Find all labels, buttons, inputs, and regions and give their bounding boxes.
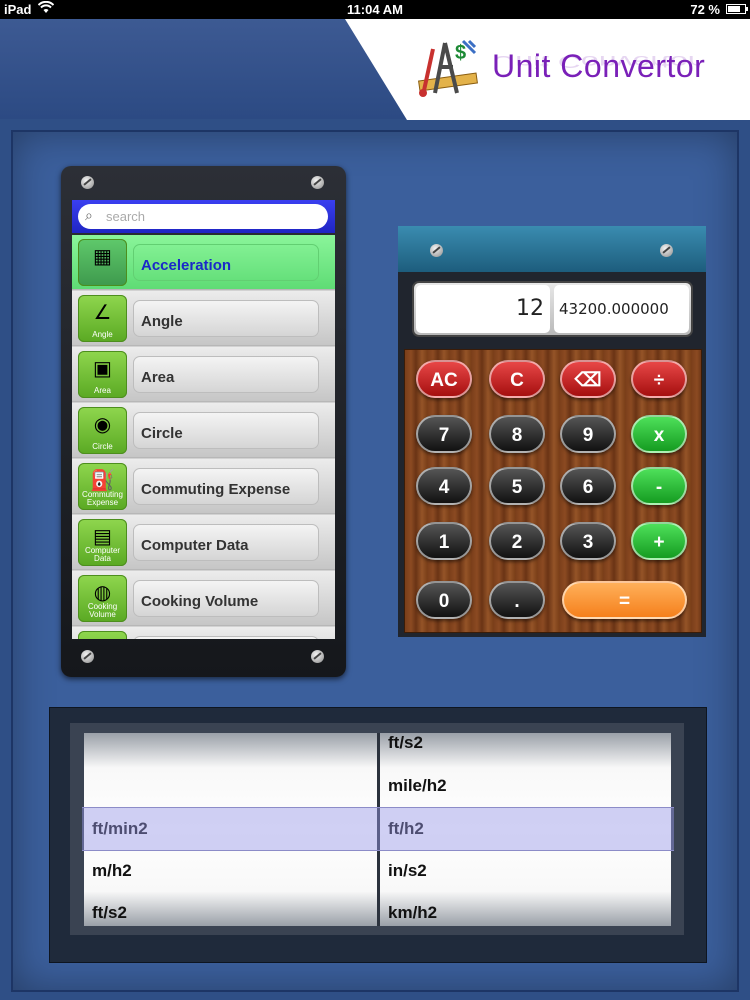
key-2[interactable]: 2 [489,522,545,560]
plus-button[interactable]: + [631,522,687,560]
list-item-angle[interactable]: ∠ Angle Angle [72,291,335,346]
from-unit-option[interactable]: ft/s2 [92,903,127,923]
divide-button[interactable]: ÷ [631,360,687,398]
screw-icon [81,650,94,663]
from-unit-option[interactable]: m/h2 [92,861,132,881]
list-item-cooking-volume[interactable]: ◍ Cooking Volume Cooking Volume [72,571,335,626]
key-0[interactable]: 0 [416,581,472,619]
to-unit-option[interactable]: in/s2 [388,861,427,881]
clear-button[interactable]: C [489,360,545,398]
list-item-label: Acceleration [133,244,319,281]
battery-icon [726,4,748,14]
list-item-acceleration[interactable]: ▦ Acceleration [72,235,335,290]
status-bar: iPad 11:04 AM 72 % [0,0,750,19]
screw-icon [660,244,673,257]
list-item-label: Area [133,356,319,393]
search-input[interactable]: ⌕ search [78,204,328,229]
key-9[interactable]: 9 [560,415,616,453]
list-item-partial[interactable] [72,627,335,639]
list-item-area[interactable]: ▣ Area Area [72,347,335,402]
key-1[interactable]: 1 [416,522,472,560]
result-value-field: 43200.000000 [554,285,689,333]
screw-icon [311,650,324,663]
search-icon: ⌕ [85,207,93,223]
acceleration-icon: ▦ [78,239,127,286]
picker-selection-indicator [82,807,674,851]
screw-icon [430,244,443,257]
equals-button[interactable]: = [562,581,687,619]
all-clear-button[interactable]: AC [416,360,472,398]
search-placeholder: search [106,209,146,224]
battery-percent: 72 % [690,2,720,17]
list-item-label: Angle [133,300,319,337]
angle-icon: ∠ Angle [78,295,127,342]
to-unit-option[interactable]: km/h2 [388,903,437,923]
multiply-button[interactable]: x [631,415,687,453]
tools-ruler-icon: $ [415,37,481,99]
svg-text:$: $ [455,42,466,64]
screw-icon [81,176,94,189]
list-item-label: Computer Data [133,524,319,561]
calculator-header [398,226,706,272]
key-5[interactable]: 5 [489,467,545,505]
app-title-reflection: Unit Convertor [492,52,699,72]
clock: 11:04 AM [347,2,403,17]
screw-icon [311,176,324,189]
key-6[interactable]: 6 [560,467,616,505]
list-item-circle[interactable]: ◉ Circle Circle [72,403,335,458]
list-item-commuting-expense[interactable]: ⛽ Commuting Expense Commuting Expense [72,459,335,514]
key-8[interactable]: 8 [489,415,545,453]
to-unit-option[interactable]: ft/s2 [388,733,423,753]
decimal-button[interactable]: . [489,581,545,619]
input-value-field[interactable]: 12 [416,285,550,333]
computer-data-icon: ▤ Computer Data [78,519,127,566]
list-item-label: Cooking Volume [133,580,319,617]
list-item-label: Circle [133,412,319,449]
commuting-expense-icon: ⛽ Commuting Expense [78,463,127,510]
category-list[interactable]: ▦ Acceleration ∠ Angle Angle ▣ Area Area ◉… [72,235,335,639]
key-3[interactable]: 3 [560,522,616,560]
list-item-computer-data[interactable]: ▤ Computer Data Computer Data [72,515,335,570]
to-unit-option[interactable]: mile/h2 [388,776,447,796]
key-4[interactable]: 4 [416,467,472,505]
list-item-label: Commuting Expense [133,468,319,505]
next-category-icon [78,631,127,639]
backspace-button[interactable]: ⌫ [560,360,616,398]
area-icon: ▣ Area [78,351,127,398]
list-item-label [133,636,319,639]
circle-icon: ◉ Circle [78,407,127,454]
cooking-volume-icon: ◍ Cooking Volume [78,575,127,622]
key-7[interactable]: 7 [416,415,472,453]
minus-button[interactable]: - [631,467,687,505]
